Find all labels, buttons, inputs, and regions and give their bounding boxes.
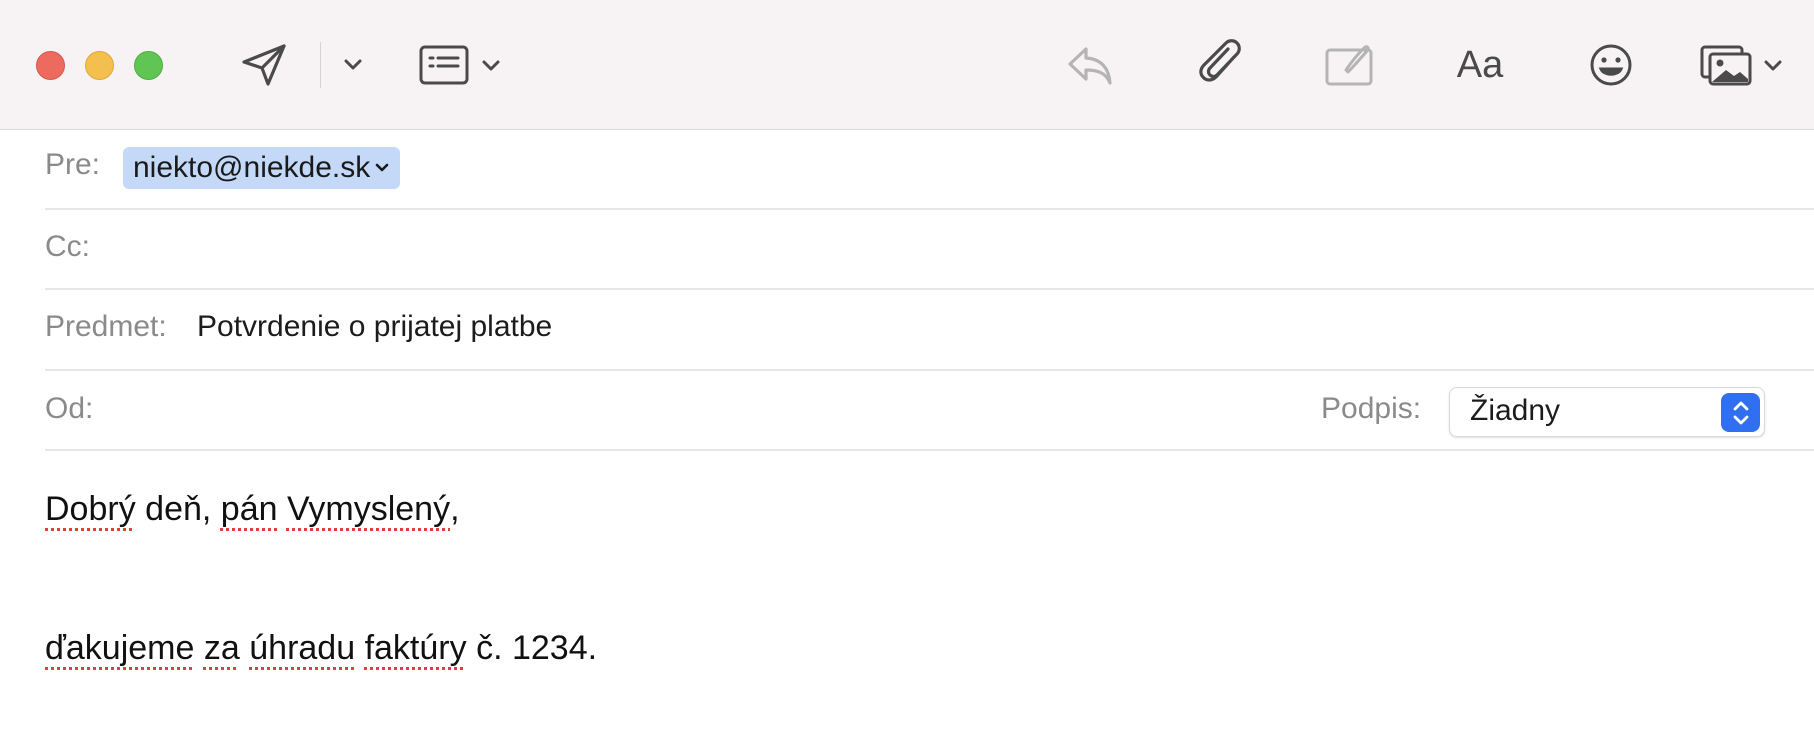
attach-button[interactable] — [1196, 38, 1246, 92]
text-run: deň — [145, 490, 202, 528]
window-minimize-button[interactable] — [85, 51, 114, 80]
toolbar: Aa — [0, 0, 1814, 130]
window-close-button[interactable] — [36, 51, 65, 80]
subject-input[interactable]: Potvrdenie o prijatej platbe — [197, 310, 552, 344]
paperclip-icon — [1199, 39, 1241, 82]
to-label: Pre: — [45, 148, 101, 181]
misspelled-word: pán — [220, 490, 278, 528]
misspelled-word: za — [203, 629, 240, 667]
toolbar-divider — [320, 42, 321, 88]
body-line-thanks: ďakujeme za úhradu faktúry č. 1234. — [45, 629, 597, 668]
signature-label: Podpis: — [1321, 392, 1422, 425]
from-field-row: Od: Podpis: Žiadny — [45, 371, 1814, 451]
markup-icon — [1325, 45, 1373, 86]
cc-field-row[interactable]: Cc: — [45, 210, 1814, 290]
format-button[interactable]: Aa — [1450, 40, 1510, 90]
misspelled-word: Dobrý — [45, 490, 136, 528]
send-options-button[interactable] — [338, 50, 368, 80]
emoji-icon — [1590, 44, 1632, 86]
text-run — [194, 629, 203, 667]
signature-value: Žiadny — [1470, 394, 1561, 427]
misspelled-word: Vymyslený — [286, 490, 451, 528]
send-button[interactable] — [238, 40, 290, 90]
text-run: , — [201, 490, 221, 528]
header-fields-icon — [419, 45, 500, 85]
text-run — [136, 490, 145, 528]
misspelled-word: faktúry — [364, 629, 467, 667]
format-icon: Aa — [1456, 43, 1504, 86]
text-run — [278, 490, 287, 528]
markup-button[interactable] — [1323, 40, 1375, 90]
photo-browser-icon — [1700, 45, 1782, 86]
body-line-greeting: Dobrý deň, pán Vymyslený, — [45, 490, 460, 529]
subject-field-row[interactable]: Predmet: Potvrdenie o prijatej platbe — [45, 290, 1814, 371]
cc-label: Cc: — [45, 230, 90, 263]
misspelled-word: úhradu — [249, 629, 356, 667]
header-fields-button[interactable] — [418, 42, 502, 88]
updown-chevron-icon — [1721, 393, 1760, 432]
window-zoom-button[interactable] — [134, 51, 163, 80]
reply-button[interactable] — [1064, 40, 1116, 90]
subject-label: Predmet: — [45, 310, 167, 343]
recipient-address: niekto@niekde.sk — [133, 151, 371, 184]
misspelled-word: ďakujeme — [45, 629, 195, 667]
signature-select[interactable]: Žiadny — [1449, 387, 1765, 437]
text-run — [240, 629, 249, 667]
chevron-down-icon — [344, 59, 362, 70]
to-field-row: Pre: niekto@niekde.sk — [45, 130, 1814, 210]
recipient-token[interactable]: niekto@niekde.sk — [123, 147, 401, 189]
text-run: č. 1234. — [466, 629, 598, 667]
photo-browser-button[interactable] — [1700, 42, 1786, 88]
text-run — [355, 629, 364, 667]
emoji-button[interactable] — [1586, 40, 1636, 90]
reply-icon — [1068, 47, 1112, 85]
send-icon — [242, 44, 286, 86]
from-label: Od: — [45, 392, 94, 425]
mail-compose-window: Aa Pre: niekto@niekde.sk Cc: Predmet: Po… — [0, 0, 1814, 738]
chevron-down-icon — [374, 162, 390, 174]
text-run: , — [450, 490, 460, 528]
